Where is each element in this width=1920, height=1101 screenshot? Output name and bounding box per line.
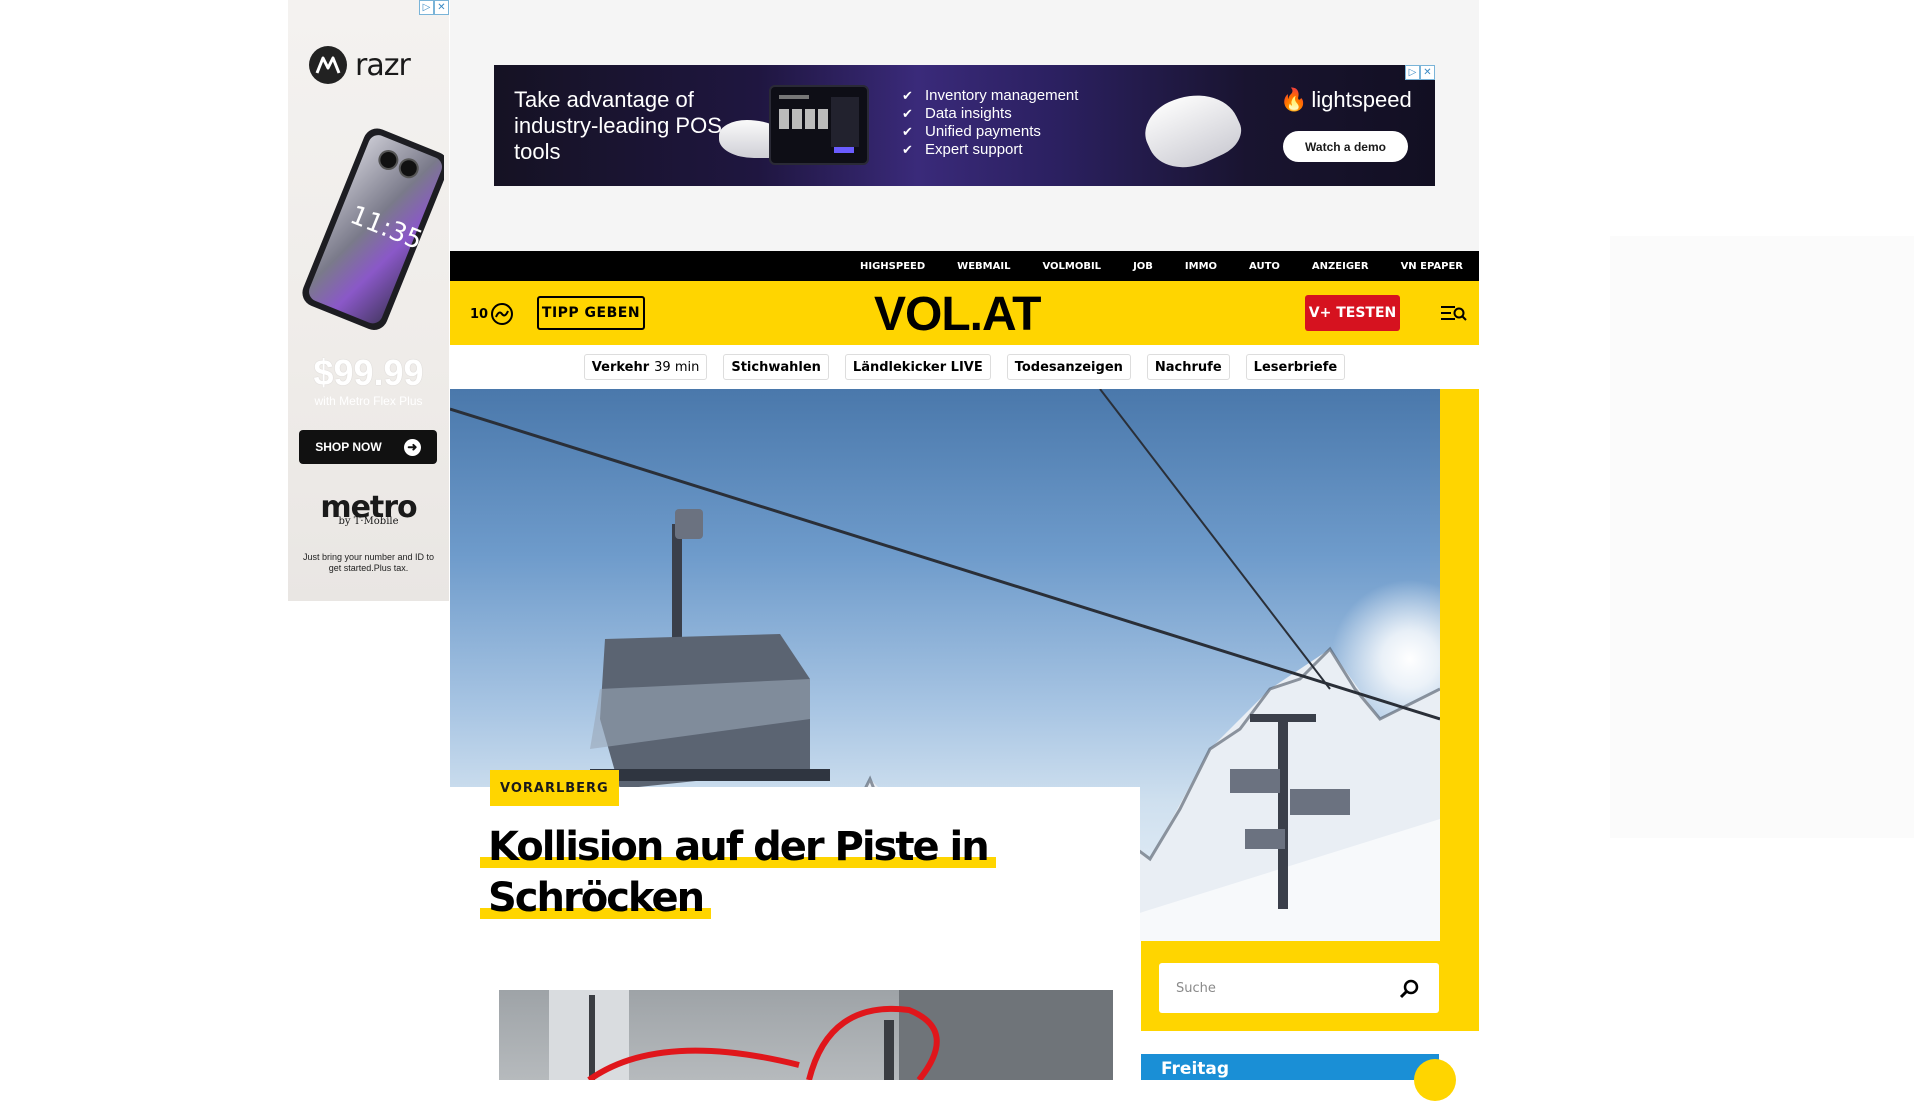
nav-link-vn-epaper[interactable]: VN EPAPER <box>1401 261 1463 272</box>
shop-now-label: SHOP NOW <box>315 440 382 454</box>
search-input[interactable] <box>1159 963 1389 1013</box>
nav-link-webmail[interactable]: WEBMAIL <box>957 261 1010 272</box>
nav-link-anzeiger[interactable]: ANZEIGER <box>1312 261 1369 272</box>
site-logo[interactable]: VOL.AT <box>874 287 1041 342</box>
headline-line-1: Kollision auf der Piste in <box>480 824 996 870</box>
nav-link-job[interactable]: JOB <box>1133 261 1153 272</box>
left-skyscraper-ad[interactable]: ▷ ✕ razr 11:35 $99.99 with Metro Flex Pl… <box>288 0 449 601</box>
arrow-right-icon: ➜ <box>403 438 421 456</box>
razr-logo: razr <box>309 46 411 84</box>
ad-close-icon[interactable]: ✕ <box>1420 65 1435 80</box>
banner-features: ✔ Inventory management ✔ Data insights ✔ Un… <box>902 87 1078 159</box>
nav-link-immo[interactable]: IMMO <box>1185 261 1217 272</box>
adchoices-icon[interactable]: ▷ <box>1405 65 1420 80</box>
right-ad-placeholder <box>1610 236 1914 838</box>
phone-image: 11:35 <box>294 122 449 342</box>
ad-price-sub: with Metro Flex Plus <box>314 394 423 408</box>
nav-link-volmobil[interactable]: VOLMOBIL <box>1042 261 1101 272</box>
quick-link-todesanzeigen[interactable]: Todesanzeigen <box>1006 354 1131 380</box>
day-label: Freitag <box>1161 1059 1230 1079</box>
weather-widget[interactable]: 10 <box>470 303 514 325</box>
ad-brand: razr <box>355 47 411 83</box>
cloud-icon <box>491 303 514 325</box>
check-icon: ✔ <box>902 106 913 121</box>
ad-close-icon[interactable]: ✕ <box>434 0 449 15</box>
lightspeed-logo: 🔥 lightspeed <box>1280 87 1412 112</box>
search-icon[interactable] <box>1398 978 1420 1000</box>
menu-search-icon[interactable] <box>1441 302 1467 324</box>
quick-link-laendlekicker[interactable]: Ländlekicker LIVE <box>844 354 991 380</box>
banner-feature: ✔ Unified payments <box>902 123 1041 140</box>
sun-icon <box>1414 1059 1456 1101</box>
motorola-logo-icon <box>309 46 347 84</box>
article-headline[interactable]: Kollision auf der Piste in Schröcken <box>480 822 1040 924</box>
v-plus-testen-button[interactable]: V+ TESTEN <box>1305 295 1400 331</box>
quick-links-bar: Verkehr 39 min Stichwahlen Ländlekicker … <box>450 345 1479 389</box>
article-image[interactable] <box>499 990 1113 1080</box>
hero-side-stripe <box>1440 389 1479 1026</box>
nav-link-auto[interactable]: AUTO <box>1249 261 1280 272</box>
sneaker-image <box>1135 78 1249 182</box>
site-header: 10 TIPP GEBEN VOL.AT V+ TESTEN <box>450 281 1479 345</box>
adchoices-icon[interactable]: ▷ <box>419 0 434 15</box>
check-icon: ✔ <box>902 142 913 157</box>
weather-day-card[interactable]: Freitag <box>1141 1054 1439 1080</box>
ad-fine-print: Just bring your number and ID to get sta… <box>302 552 435 573</box>
banner-feature: ✔ Data insights <box>902 105 1012 122</box>
quick-link-nachrufe[interactable]: Nachrufe <box>1146 354 1230 380</box>
check-icon: ✔ <box>902 88 913 103</box>
nav-link-highspeed[interactable]: HIGHSPEED <box>860 261 925 272</box>
flame-icon: 🔥 <box>1280 87 1308 112</box>
service-nav: HIGHSPEED WEBMAIL VOLMOBIL JOB IMMO AUTO… <box>450 251 1479 281</box>
temperature: 10 <box>470 306 489 322</box>
banner-feature: ✔ Expert support <box>902 141 1023 158</box>
search-box <box>1159 963 1439 1013</box>
category-badge[interactable]: VORARLBERG <box>490 770 619 806</box>
metro-sub: by T·Mobile <box>338 516 399 527</box>
traffic-delay: 39 min <box>654 359 700 375</box>
tipp-geben-button[interactable]: TIPP GEBEN <box>537 296 645 330</box>
shop-now-button[interactable]: SHOP NOW ➜ <box>299 430 437 464</box>
ad-price: $99.99 <box>313 352 424 393</box>
top-banner-ad[interactable]: Take advantage of industry-leading POS t… <box>494 65 1435 186</box>
ad-choices[interactable]: ▷ ✕ <box>1405 65 1435 80</box>
quick-link-leserbriefe[interactable]: Leserbriefe <box>1245 354 1346 380</box>
banner-feature: ✔ Inventory management <box>902 87 1079 104</box>
quick-link-stichwahlen[interactable]: Stichwahlen <box>723 354 829 380</box>
watch-demo-button[interactable]: Watch a demo <box>1283 131 1408 162</box>
quick-link-verkehr[interactable]: Verkehr 39 min <box>583 354 708 380</box>
banner-headline: Take advantage of industry-leading POS t… <box>514 87 722 164</box>
tablet-image <box>769 85 869 165</box>
headline-line-2: Schröcken <box>480 875 712 921</box>
check-icon: ✔ <box>902 124 913 139</box>
ad-choices[interactable]: ▷ ✕ <box>419 0 449 15</box>
chairlift-image <box>590 509 830 789</box>
